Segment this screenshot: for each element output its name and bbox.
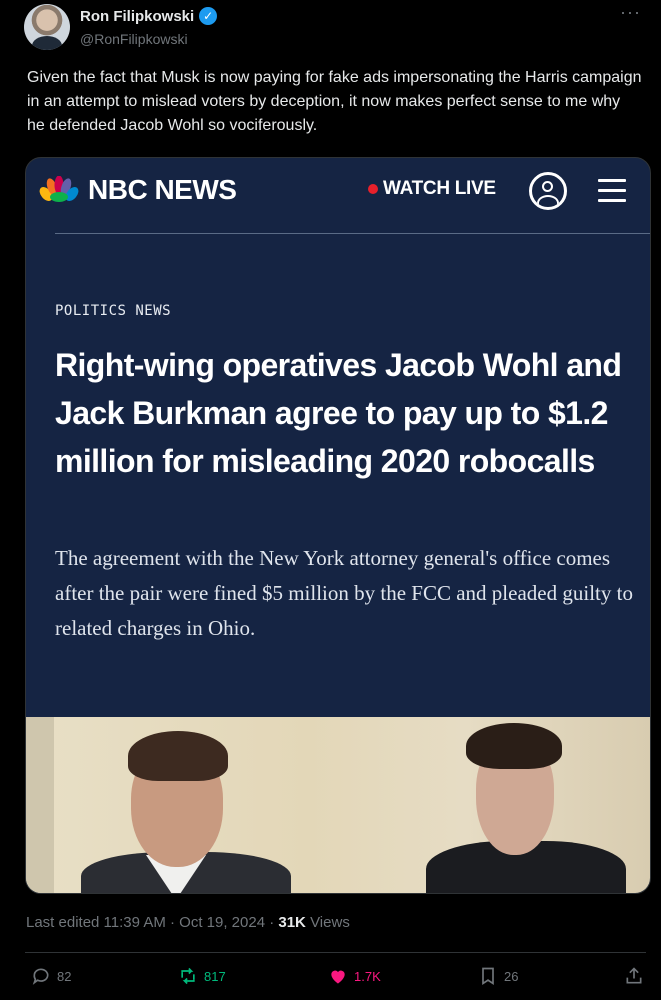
- repost-button[interactable]: 817: [178, 966, 226, 986]
- share-button[interactable]: [624, 966, 644, 986]
- like-button[interactable]: 1.7K: [328, 966, 381, 986]
- reply-button[interactable]: 82: [31, 966, 71, 986]
- bookmark-icon: [482, 967, 494, 986]
- article-dek: The agreement with the New York attorney…: [55, 546, 633, 640]
- like-count: 1.7K: [354, 968, 381, 984]
- author-avatar[interactable]: [24, 4, 70, 50]
- share-icon: [626, 967, 642, 984]
- reply-count: 82: [57, 968, 72, 984]
- repost-count: 817: [204, 968, 226, 984]
- nbc-header: NBC NEWS WATCH LIVE: [26, 158, 650, 234]
- hamburger-menu-icon: [598, 179, 626, 209]
- tweet-text: Given the fact that Musk is now paying f…: [27, 69, 642, 134]
- repost-icon: [181, 967, 195, 985]
- tweet-meta: Last edited 11:39 AM · Oct 19, 2024 · 31…: [26, 914, 350, 931]
- author-name[interactable]: Ron Filipkowski: [80, 8, 194, 25]
- meta-divider: [25, 952, 646, 953]
- verified-badge-icon: ✓: [199, 7, 218, 25]
- live-dot-icon: [368, 184, 378, 194]
- peacock-logo-icon: [39, 176, 79, 202]
- action-bar: 82 817 1.7K 26: [0, 966, 661, 992]
- user-account-icon: [529, 172, 567, 210]
- reply-icon: [32, 968, 49, 985]
- attached-image-card[interactable]: NBC NEWS WATCH LIVE POLITICS NEWS Right-…: [25, 157, 651, 894]
- watch-live-label: WATCH LIVE: [383, 178, 496, 199]
- edited-timestamp[interactable]: Last edited 11:39 AM · Oct 19, 2024 ·: [26, 914, 278, 931]
- article-kicker: POLITICS NEWS: [55, 303, 172, 319]
- article-photo: [26, 717, 650, 893]
- bookmark-button[interactable]: 26: [478, 966, 518, 986]
- more-icon[interactable]: ···: [620, 2, 641, 23]
- article-headline: Right-wing operatives Jacob Wohl and Jac…: [55, 347, 622, 479]
- like-icon: [331, 970, 345, 984]
- nbc-news-logo: NBC NEWS: [88, 174, 237, 205]
- views-count: 31K: [278, 914, 306, 931]
- watch-live-button: WATCH LIVE: [368, 178, 496, 200]
- header-divider: [55, 233, 650, 234]
- author-handle[interactable]: @RonFilipkowski: [80, 31, 188, 47]
- author-name-row[interactable]: Ron Filipkowski ✓: [80, 7, 218, 25]
- bookmark-count: 26: [504, 968, 519, 984]
- views-label: Views: [305, 914, 350, 931]
